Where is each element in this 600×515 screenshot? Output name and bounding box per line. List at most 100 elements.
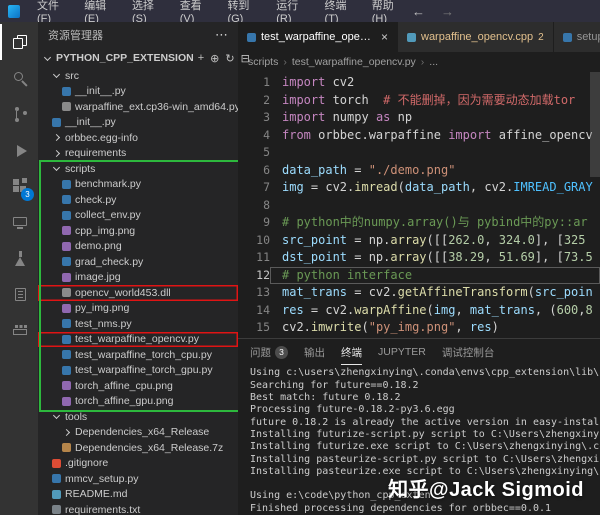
python-file-icon xyxy=(62,211,71,220)
line-number: 14 xyxy=(238,302,270,320)
file-label: test_warpaffine_torch_gpu.py xyxy=(75,364,213,376)
new-folder-icon[interactable]: ⊕ xyxy=(210,52,219,65)
line-number: 7 xyxy=(238,179,270,197)
new-file-icon[interactable]: + xyxy=(198,52,204,65)
tree-item-scripts[interactable]: scripts xyxy=(38,161,238,177)
python-file-icon xyxy=(62,366,71,375)
tree-item-mmcv_setup.py[interactable]: mmcv_setup.py xyxy=(38,471,238,487)
tree-item-test_warpaffine_torch_cpu.py[interactable]: test_warpaffine_torch_cpu.py xyxy=(38,347,238,363)
file-label: src xyxy=(65,70,79,82)
activity-test-button[interactable] xyxy=(0,240,38,276)
file-label: test_warpaffine_torch_cpu.py xyxy=(75,349,212,361)
nav-back-button[interactable]: ← xyxy=(412,5,425,18)
python-file-icon xyxy=(52,474,61,483)
chevron-right-icon xyxy=(53,134,60,141)
tree-item-py_img.png[interactable]: py_img.png xyxy=(38,301,238,317)
line-number: 8 xyxy=(238,197,270,215)
activity-docker-button[interactable] xyxy=(0,312,38,348)
text-file-icon xyxy=(52,505,61,514)
search-icon xyxy=(12,70,29,87)
activity-remote-button[interactable] xyxy=(0,204,38,240)
python-file-icon xyxy=(62,257,71,266)
tree-item-demo.png[interactable]: demo.png xyxy=(38,239,238,255)
file-label: torch_affine_gpu.png xyxy=(75,395,173,407)
panel-tab-问题[interactable]: 问题3 xyxy=(250,339,288,365)
tree-item-grad_check.py[interactable]: grad_check.py xyxy=(38,254,238,270)
terminal-line: future 0.18.2 is already the active vers… xyxy=(250,417,600,429)
file-label: scripts xyxy=(65,163,95,175)
code-editor[interactable]: 1import cv22import torch # 不能删掉，因为需要动态加载… xyxy=(238,72,600,338)
project-section-header[interactable]: PYTHON_CPP_EXTENSION +⊕↻⊟ xyxy=(38,48,238,68)
tree-item-collect_env.py[interactable]: collect_env.py xyxy=(38,208,238,224)
file-label: grad_check.py xyxy=(75,256,143,268)
vscode-logo-icon xyxy=(8,5,20,18)
file-label: py_img.png xyxy=(75,302,129,314)
tree-item-cpp_img.png[interactable]: cpp_img.png xyxy=(38,223,238,239)
activity-debug-button[interactable] xyxy=(0,132,38,168)
tree-item-opencv_world453.dll[interactable]: opencv_world453.dll xyxy=(38,285,238,301)
tree-item-src[interactable]: src xyxy=(38,68,238,84)
tree-item-torch_affine_gpu.png[interactable]: torch_affine_gpu.png xyxy=(38,394,238,410)
file-tree: src __init__.pywarpaffine_ext.cp36-win_am… xyxy=(38,68,238,515)
tree-item-torch_affine_cpu.png[interactable]: torch_affine_cpu.png xyxy=(38,378,238,394)
tree-item-test_warpaffine_opencv.py[interactable]: test_warpaffine_opencv.py xyxy=(38,332,238,348)
nav-forward-button[interactable]: → xyxy=(441,5,454,18)
panel-tab-调试控制台[interactable]: 调试控制台 xyxy=(442,339,495,365)
file-label: test_warpaffine_opencv.py xyxy=(75,333,199,345)
image-file-icon xyxy=(62,273,71,282)
panel-tab-JUPYTER[interactable]: JUPYTER xyxy=(378,339,426,365)
tree-item-__init__.py[interactable]: __init__.py xyxy=(38,84,238,100)
image-file-icon xyxy=(62,397,71,406)
tree-item-image.jpg[interactable]: image.jpg xyxy=(38,270,238,286)
tree-item-Dependencies_x64_Release.7z[interactable]: Dependencies_x64_Release.7z xyxy=(38,440,238,456)
more-actions-icon[interactable]: ⋯ xyxy=(215,27,228,43)
file-label: .gitignore xyxy=(65,457,108,469)
tab-warpaffine_opencv.cpp[interactable]: warpaffine_opencv.cpp2 xyxy=(398,22,554,52)
tree-item-warpaffine_ext.cp36-win_amd64.pyd[interactable]: warpaffine_ext.cp36-win_amd64.pyd xyxy=(38,99,238,115)
python-file-icon xyxy=(563,33,572,42)
code-line-6: 6data_path = "./demo.png" xyxy=(238,162,600,180)
breadcrumb-item[interactable]: test_warpaffine_opencv.py xyxy=(292,56,416,68)
terminal-line: Finished processing dependencies for orb… xyxy=(250,503,600,515)
line-content: import torch # 不能删掉，因为需要动态加载tor xyxy=(270,92,600,110)
breadcrumb-item[interactable]: scripts xyxy=(248,56,278,68)
tree-item-README.md[interactable]: README.md xyxy=(38,487,238,503)
close-icon[interactable]: × xyxy=(381,30,388,44)
activity-ext-button[interactable]: 3 xyxy=(0,168,38,204)
activity-explorer-button[interactable] xyxy=(0,24,38,60)
tree-item-tools[interactable]: tools xyxy=(38,409,238,425)
line-content: src_point = np.array([[262.0, 324.0], [3… xyxy=(270,232,600,250)
tab-test_warpaffine_opencv.py[interactable]: test_warpaffine_opencv.py× xyxy=(238,22,398,52)
tree-item-benchmark.py[interactable]: benchmark.py xyxy=(38,177,238,193)
collapse-all-icon[interactable]: ⊟ xyxy=(241,52,250,65)
python-file-icon xyxy=(62,195,71,204)
editor-scrollbar[interactable] xyxy=(590,72,600,177)
tree-item-requirements[interactable]: requirements xyxy=(38,146,238,162)
activity-notebook-button[interactable] xyxy=(0,276,38,312)
tree-item-test_warpaffine_torch_gpu.py[interactable]: test_warpaffine_torch_gpu.py xyxy=(38,363,238,379)
panel-tab-终端[interactable]: 终端 xyxy=(341,339,362,365)
git-file-icon xyxy=(52,459,61,468)
file-label: image.jpg xyxy=(75,271,121,283)
chevron-down-icon xyxy=(44,53,51,60)
line-content: res = cv2.warpAffine(img, mat_trans, (60… xyxy=(270,302,600,320)
tree-item-requirements.txt[interactable]: requirements.txt xyxy=(38,502,238,515)
file-label: requirements.txt xyxy=(65,504,140,515)
breadcrumb-item[interactable]: ... xyxy=(429,56,438,68)
chevron-down-icon xyxy=(53,71,60,78)
file-label: Dependencies_x64_Release xyxy=(75,426,209,438)
activity-search-button[interactable] xyxy=(0,60,38,96)
tree-item-orbbec.egg-info[interactable]: orbbec.egg-info xyxy=(38,130,238,146)
tree-item-Dependencies_x64_Release[interactable]: Dependencies_x64_Release xyxy=(38,425,238,441)
tree-item-check.py[interactable]: check.py xyxy=(38,192,238,208)
tab-setup.py[interactable]: setup.py xyxy=(554,22,600,52)
tree-item-__init__.py[interactable]: __init__.py xyxy=(38,115,238,131)
activity-git-button[interactable] xyxy=(0,96,38,132)
sidebar-title: 资源管理器 xyxy=(48,27,103,43)
panel-tab-输出[interactable]: 输出 xyxy=(304,339,325,365)
tree-item-test_nms.py[interactable]: test_nms.py xyxy=(38,316,238,332)
panel-tab-label: 调试控制台 xyxy=(442,345,495,360)
tree-item-.gitignore[interactable]: .gitignore xyxy=(38,456,238,472)
refresh-icon[interactable]: ↻ xyxy=(225,52,234,65)
python-file-icon xyxy=(62,87,71,96)
